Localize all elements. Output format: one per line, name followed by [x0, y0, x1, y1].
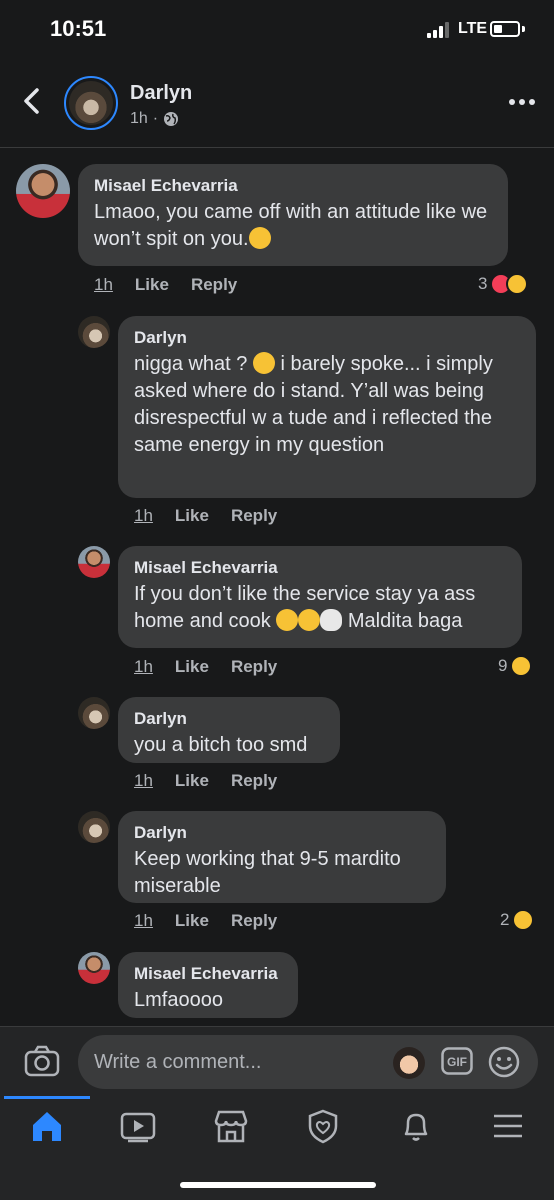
signal-icon — [427, 22, 451, 38]
post-age: 1h — [130, 110, 148, 127]
like-button[interactable]: Like — [135, 275, 169, 295]
reply-button[interactable]: Reply — [231, 506, 277, 526]
status-time: 10:51 — [50, 16, 107, 41]
network-label: LTE — [458, 20, 488, 37]
haha-reaction-icon — [512, 909, 535, 931]
comment-composer: GIF — [0, 1026, 554, 1096]
groups-shield-icon[interactable] — [303, 1108, 343, 1144]
battery-icon — [490, 21, 520, 37]
reaction-summary[interactable]: 3 — [478, 273, 529, 295]
reply-button[interactable]: Reply — [231, 911, 277, 931]
comment-bubble[interactable]: Misael Echevarria If you don’t like the … — [118, 546, 522, 648]
commenter-avatar[interactable] — [78, 697, 110, 729]
like-button[interactable]: Like — [175, 657, 209, 677]
watch-icon[interactable] — [118, 1108, 158, 1144]
header-meta: 1h · — [130, 110, 179, 128]
comment-actions: 1h Like Reply — [134, 506, 277, 526]
rofl-emoji — [276, 609, 299, 631]
reaction-summary[interactable]: 9 — [498, 655, 533, 677]
commenter-name[interactable]: Misael Echevarria — [94, 175, 492, 197]
reply-button[interactable]: Reply — [231, 771, 277, 791]
comment-actions: 1h Like Reply — [94, 275, 237, 295]
comment-text: you a bitch too smd — [134, 734, 308, 756]
reply-button[interactable]: Reply — [191, 275, 237, 295]
comment-actions: 1h Like Reply — [134, 911, 277, 931]
header-name[interactable]: Darlyn — [130, 82, 192, 105]
comment-time[interactable]: 1h — [134, 911, 153, 931]
comment-time[interactable]: 1h — [134, 771, 153, 791]
comment-bubble[interactable]: Darlyn you a bitch too smd — [118, 697, 340, 763]
reaction-count: 2 — [500, 910, 510, 929]
battery-tip — [522, 26, 525, 32]
comment-text: Lmfaoooo — [134, 989, 223, 1011]
header-avatar[interactable] — [64, 76, 118, 130]
reaction-count: 9 — [498, 656, 508, 675]
globe-icon — [164, 112, 179, 126]
menu-icon[interactable] — [488, 1108, 528, 1144]
joy-emoji — [252, 352, 275, 374]
marketplace-icon[interactable] — [211, 1108, 251, 1144]
home-icon[interactable] — [27, 1108, 67, 1144]
haha-reaction-icon — [506, 273, 529, 295]
commenter-avatar[interactable] — [78, 316, 110, 348]
commenter-name[interactable]: Misael Echevarria — [134, 963, 282, 985]
commenter-name[interactable]: Misael Echevarria — [134, 557, 506, 579]
status-bar: 10:51 LTE — [0, 0, 554, 62]
skull-emoji — [320, 609, 343, 631]
comment-time[interactable]: 1h — [134, 506, 153, 526]
reply-button[interactable]: Reply — [231, 657, 277, 677]
comment-text: Keep working that 9-5 mardito miserable — [134, 848, 401, 897]
meta-separator: · — [152, 110, 159, 127]
gif-label: GIF — [447, 1055, 467, 1069]
haha-reaction-icon — [510, 655, 533, 677]
gif-icon[interactable]: GIF — [441, 1047, 473, 1075]
notifications-bell-icon[interactable] — [396, 1108, 436, 1144]
reaction-summary[interactable]: 2 — [500, 909, 535, 931]
like-button[interactable]: Like — [175, 506, 209, 526]
comment-time[interactable]: 1h — [134, 657, 153, 677]
commenter-name[interactable]: Darlyn — [134, 327, 520, 349]
more-options-icon[interactable] — [508, 96, 536, 108]
active-tab-indicator — [4, 1096, 90, 1099]
comment-actions: 1h Like Reply — [134, 657, 277, 677]
like-button[interactable]: Like — [175, 911, 209, 931]
home-indicator — [180, 1182, 376, 1188]
back-arrow-icon[interactable] — [20, 86, 44, 116]
rofl-emoji — [298, 609, 321, 631]
camera-icon[interactable] — [24, 1045, 60, 1077]
commenter-avatar[interactable] — [78, 952, 110, 984]
comment-bubble[interactable]: Darlyn nigga what ? i barely spoke... i … — [118, 316, 536, 498]
emoji-picker-icon[interactable] — [488, 1046, 520, 1078]
post-header: Darlyn 1h · — [0, 62, 554, 148]
commenter-name[interactable]: Darlyn — [134, 822, 430, 844]
like-button[interactable]: Like — [175, 771, 209, 791]
comment-time[interactable]: 1h — [94, 275, 113, 295]
commenter-avatar[interactable] — [78, 811, 110, 843]
comment-bubble[interactable]: Misael Echevarria Lmfaoooo — [118, 952, 298, 1018]
comment-bubble[interactable]: Misael Echevarria Lmaoo, you came off wi… — [78, 164, 508, 266]
rofl-emoji — [248, 227, 271, 249]
avatar-sticker-icon[interactable] — [393, 1047, 425, 1079]
commenter-name[interactable]: Darlyn — [134, 708, 324, 730]
comment-bubble[interactable]: Darlyn Keep working that 9-5 mardito mis… — [118, 811, 446, 903]
commenter-avatar[interactable] — [78, 546, 110, 578]
comment-text: Lmaoo, you came off with an attitude lik… — [94, 201, 488, 250]
comment-text: If you don’t like the service stay ya as… — [134, 583, 476, 632]
commenter-avatar[interactable] — [16, 164, 70, 218]
comment-actions: 1h Like Reply — [134, 771, 277, 791]
reaction-count: 3 — [478, 274, 488, 293]
comment-text: nigga what ? i barely spoke... i simply … — [134, 352, 493, 456]
